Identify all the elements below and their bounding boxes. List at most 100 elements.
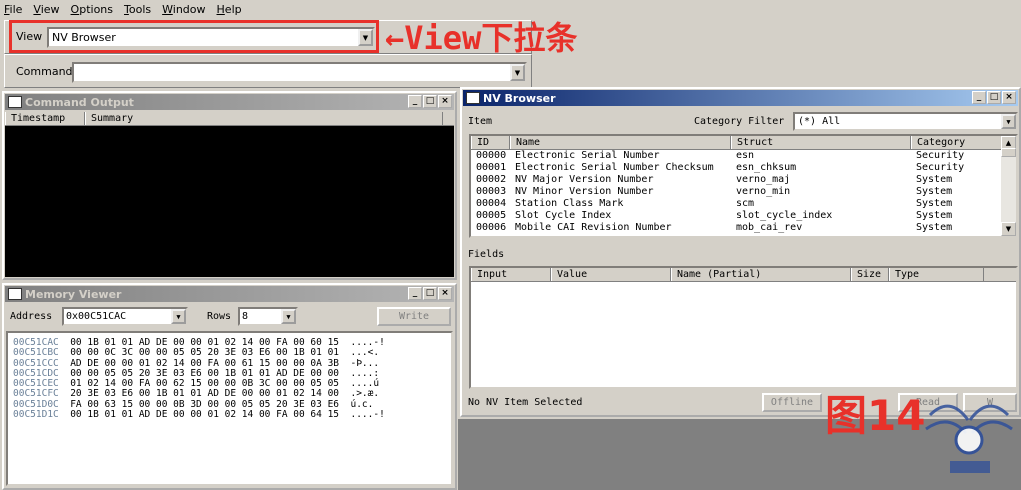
menu-view[interactable]: View [33,3,59,16]
nv-item-struct: mob_cai_rev [736,222,803,233]
window-icon [8,288,22,300]
column-header-struct[interactable]: Struct [731,136,911,149]
nv-item-name: Slot Cycle Index [515,210,612,221]
nv-item-category: Security [916,150,965,161]
window-buttons: _ □ × [407,287,452,300]
nv-item-name: NV Minor Version Number [515,186,654,197]
column-header-summary[interactable]: Summary [85,112,443,125]
command-output-title: Command Output [25,95,134,109]
nv-browser-titlebar[interactable]: NV Browser _ □ × [463,90,1018,106]
command-output-header: Timestamp Summary [5,112,454,126]
window-buttons: _ □ × [971,91,1016,104]
window-buttons: _ □ × [407,95,452,108]
address-select[interactable]: 0x00C51CAC ▼ [62,307,188,326]
command-toolbar: Command ▼ [4,54,532,88]
rows-label: Rows [207,311,232,322]
menu-options[interactable]: Options [71,3,113,16]
nv-item-id: 00000 [476,150,507,161]
close-icon[interactable]: × [438,287,452,300]
menu-file[interactable]: File [4,3,22,16]
column-header-size[interactable]: Size [851,268,889,281]
rows-select[interactable]: 8 ▼ [238,307,298,326]
chevron-down-icon[interactable]: ▼ [171,309,186,324]
command-output-list[interactable] [5,126,454,277]
nv-item-category: System [916,186,953,197]
nv-item-row[interactable]: 00002 NV Major Version Number verno_maj Sys… [471,174,1016,186]
category-filter-value: (*) All [798,116,841,127]
menu-tools[interactable]: Tools [124,3,151,16]
minimize-icon[interactable]: _ [972,91,986,104]
nv-item-id: 00006 [476,222,507,233]
command-label: Command [16,65,73,78]
maximize-icon[interactable]: □ [987,91,1001,104]
nv-item-name: Station Class Mark [515,198,624,209]
chevron-down-icon[interactable]: ▼ [1001,114,1016,129]
minimize-icon[interactable]: _ [408,287,422,300]
fields-label: Fields [468,249,505,260]
nv-item-row[interactable]: 00004 Station Class Mark scm System [471,198,1016,210]
nv-item-category: Security [916,162,965,173]
nv-item-row[interactable]: 00001 Electronic Serial Number Checksum es… [471,162,1016,174]
column-header-id[interactable]: ID [471,136,510,149]
nv-item-struct: scm [736,198,755,209]
address-value: 0x00C51CAC [66,311,127,322]
menu-bar: File View Options Tools Window Help [0,0,1021,18]
window-icon [466,92,480,104]
command-input[interactable]: ▼ [72,62,527,83]
menu-window[interactable]: Window [162,3,205,16]
close-icon[interactable]: × [438,95,452,108]
nv-item-name: Electronic Serial Number [515,150,660,161]
column-header-input[interactable]: Input [471,268,551,281]
nv-item-category: System [916,222,953,233]
write-button[interactable]: Write [377,307,451,326]
nv-item-row[interactable]: 00006 Mobile CAI Revision Number mob_cai_r… [471,222,1016,234]
fields-list[interactable]: Input Value Name (Partial) Size Type [469,266,1018,389]
maximize-icon[interactable]: □ [423,95,437,108]
column-header-value[interactable]: Value [551,268,671,281]
maximize-icon[interactable]: □ [423,287,437,300]
column-header-timestamp[interactable]: Timestamp [5,112,85,125]
column-header-name[interactable]: Name [510,136,731,149]
memory-ascii: ....-! [350,409,385,421]
nv-item-row[interactable]: 00003 NV Minor Version Number verno_min Sys… [471,186,1016,198]
nv-item-struct: slot_cycle_index [736,210,833,221]
nv-item-struct: esn_chksum [736,162,797,173]
category-filter-label: Category Filter [694,116,785,127]
nv-item-id: 00001 [476,162,507,173]
minimize-icon[interactable]: _ [408,95,422,108]
nv-item-row[interactable]: 00005 Slot Cycle Index slot_cycle_index Sys… [471,210,1016,222]
nv-item-struct: verno_maj [736,174,791,185]
nv-item-name: Electronic Serial Number Checksum [515,162,714,173]
memory-dump-list[interactable]: 00C51CAC 00 1B 01 01 AD DE 00 00 01 02 1… [6,331,453,486]
memory-dump-lines: 00C51CAC 00 1B 01 01 AD DE 00 00 01 02 1… [13,337,451,421]
offline-button[interactable]: Offline [762,393,822,412]
nv-item-id: 00004 [476,198,507,209]
nv-item-list[interactable]: ID Name Struct Category 00000 Electronic … [469,134,1018,238]
watermark-logo-icon [925,404,1013,473]
chevron-down-icon[interactable]: ▼ [281,309,296,324]
nv-list-scrollbar[interactable]: ▲ ▼ [1001,136,1016,236]
nv-browser-title: NV Browser [483,91,556,105]
memory-hex-bytes: 00 1B 01 01 AD DE 00 00 01 02 14 00 FA 0… [58,409,351,421]
category-filter-select[interactable]: (*) All ▼ [793,112,1018,131]
fields-list-header: Input Value Name (Partial) Size Type [471,268,1016,282]
column-header-category[interactable]: Category [911,136,1003,149]
column-header-type[interactable]: Type [889,268,984,281]
item-label: Item [468,116,493,127]
memory-address: 00C51D1C [13,409,59,421]
chevron-down-icon[interactable]: ▼ [510,64,525,81]
column-header-name-partial[interactable]: Name (Partial) [671,268,851,281]
command-output-titlebar[interactable]: Command Output _ □ × [5,94,454,110]
nv-item-name: Mobile CAI Revision Number [515,222,672,233]
memory-viewer-titlebar[interactable]: Memory Viewer _ □ × [5,286,454,302]
nv-item-rows: 00000 Electronic Serial Number esn Security… [471,150,1016,234]
nv-item-struct: verno_min [736,186,791,197]
nv-item-row[interactable]: 00000 Electronic Serial Number esn Security [471,150,1016,162]
scroll-down-icon[interactable]: ▼ [1001,222,1016,236]
scroll-thumb[interactable] [1001,148,1016,157]
nv-item-category: System [916,174,953,185]
rows-value: 8 [242,311,249,322]
command-output-window: Command Output _ □ × Timestamp Summary [2,91,457,280]
close-icon[interactable]: × [1002,91,1016,104]
menu-help[interactable]: Help [217,3,242,16]
